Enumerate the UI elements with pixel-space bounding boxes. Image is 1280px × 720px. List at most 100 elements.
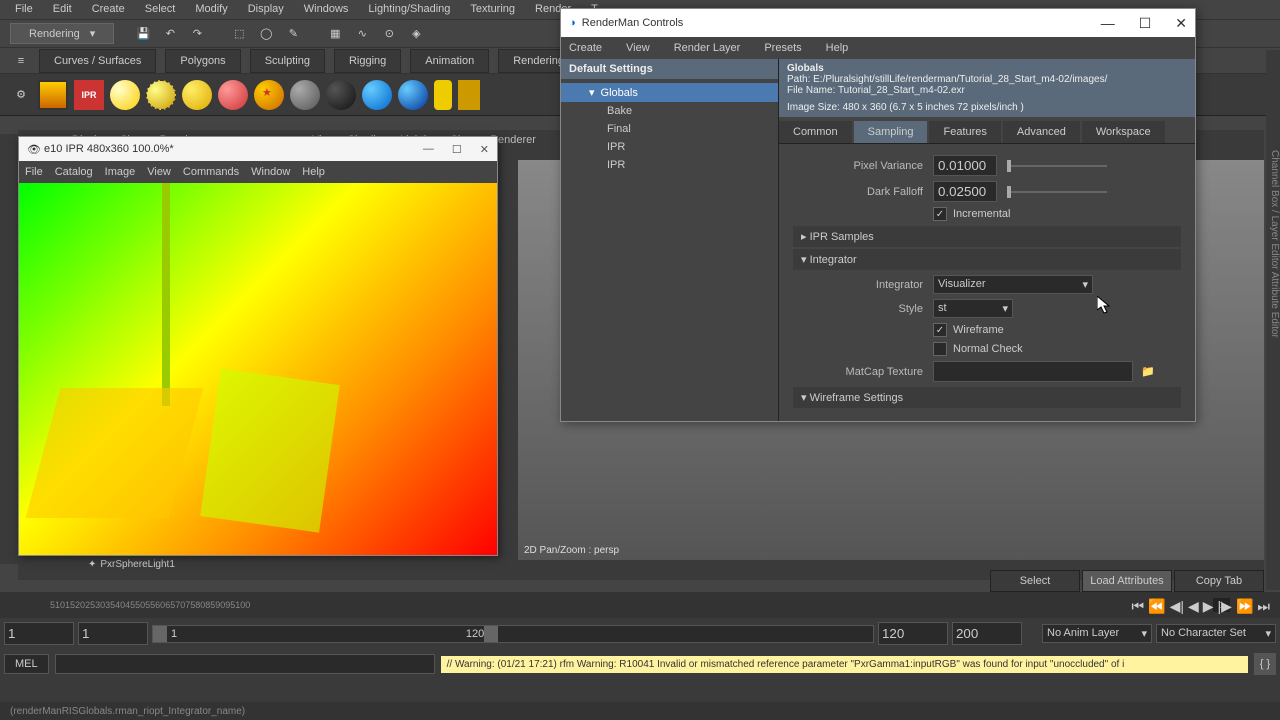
mel-label[interactable]: MEL: [4, 654, 49, 674]
rm-renderlayer[interactable]: Render Layer: [674, 42, 741, 54]
redo-icon[interactable]: ↷: [186, 23, 208, 45]
step-fwd-key-icon[interactable]: ⏩: [1236, 598, 1253, 615]
ipr-titlebar[interactable]: 👁 e10 IPR 480x360 100.0%* — ☐ ✕: [19, 137, 497, 161]
close-icon[interactable]: ✕: [480, 143, 489, 156]
rm-view[interactable]: View: [626, 42, 650, 54]
menu-display[interactable]: Display: [238, 0, 294, 19]
wireframe-checkbox[interactable]: ✓: [933, 323, 947, 337]
save-icon[interactable]: 💾: [132, 23, 154, 45]
shelf-toggle-icon[interactable]: ≡: [10, 50, 32, 72]
snap-plane-icon[interactable]: ◈: [405, 23, 427, 45]
calc-icon[interactable]: [458, 80, 480, 110]
select-button[interactable]: Select: [990, 570, 1080, 592]
gray-ball-icon[interactable]: [290, 80, 320, 110]
ws-sculpting[interactable]: Sculpting: [250, 49, 325, 73]
rm-minimize-icon[interactable]: —: [1101, 15, 1115, 32]
menu-file[interactable]: File: [5, 0, 43, 19]
anim-layer-dropdown[interactable]: No Anim Layer▾: [1042, 624, 1152, 643]
shelf-settings-icon[interactable]: ⚙: [10, 84, 32, 106]
range-slider[interactable]: 1 120: [152, 625, 874, 643]
tree-ipr[interactable]: IPR: [561, 138, 778, 156]
star-ball-icon[interactable]: ★: [254, 80, 284, 110]
right-sidebar-tabs[interactable]: Channel Box / Layer Editor Attribute Edi…: [1266, 50, 1280, 590]
snap-point-icon[interactable]: ⊙: [378, 23, 400, 45]
rm-maximize-icon[interactable]: ☐: [1139, 15, 1152, 32]
bulb-icon[interactable]: [434, 80, 452, 110]
minimize-icon[interactable]: —: [423, 143, 434, 156]
tab-common[interactable]: Common: [779, 121, 852, 143]
integrator-dropdown[interactable]: Visualizer▾: [933, 275, 1093, 294]
lasso-icon[interactable]: ◯: [255, 23, 277, 45]
sphere-icon[interactable]: [182, 80, 212, 110]
select-icon[interactable]: ⬚: [228, 23, 250, 45]
dark-falloff-slider[interactable]: [1007, 191, 1107, 193]
load-attributes-button[interactable]: Load Attributes: [1082, 570, 1172, 592]
menu-edit[interactable]: Edit: [43, 0, 82, 19]
menu-create[interactable]: Create: [82, 0, 135, 19]
style-dropdown[interactable]: st▾: [933, 299, 1013, 318]
script-editor-icon[interactable]: { }: [1254, 653, 1276, 675]
ipr-catalog[interactable]: Catalog: [55, 166, 93, 178]
dark-ball-icon[interactable]: [326, 80, 356, 110]
sun2-icon[interactable]: [146, 80, 176, 110]
red-ball-icon[interactable]: [218, 80, 248, 110]
char-set-dropdown[interactable]: No Character Set▾: [1156, 624, 1276, 643]
dark-falloff-input[interactable]: [933, 181, 997, 202]
step-fwd-icon[interactable]: |▶: [1218, 598, 1232, 615]
range-start-outer[interactable]: [4, 622, 74, 645]
section-integrator[interactable]: ▾ Integrator: [793, 249, 1181, 270]
incremental-checkbox[interactable]: ✓: [933, 207, 947, 221]
range-end-inner[interactable]: [878, 622, 948, 645]
ipr-icon[interactable]: IPR: [74, 80, 104, 110]
matcap-input[interactable]: [933, 361, 1133, 382]
menu-texturing[interactable]: Texturing: [460, 0, 525, 19]
pixel-variance-slider[interactable]: [1007, 165, 1107, 167]
ipr-view[interactable]: View: [147, 166, 171, 178]
section-ipr-samples[interactable]: ▸ IPR Samples: [793, 226, 1181, 247]
copy-tab-button[interactable]: Copy Tab: [1174, 570, 1264, 592]
tab-sampling[interactable]: Sampling: [854, 121, 928, 143]
tab-features[interactable]: Features: [929, 121, 1000, 143]
rm-presets[interactable]: Presets: [764, 42, 801, 54]
go-start-icon[interactable]: ⏮: [1132, 598, 1145, 615]
sun-icon[interactable]: [110, 80, 140, 110]
ipr-image[interactable]: Image: [105, 166, 136, 178]
tab-advanced[interactable]: Advanced: [1003, 121, 1080, 143]
mel-input[interactable]: [55, 654, 435, 674]
folder-icon[interactable]: 📁: [1141, 365, 1155, 378]
normalcheck-checkbox[interactable]: [933, 342, 947, 356]
menu-lighting[interactable]: Lighting/Shading: [358, 0, 460, 19]
undo-icon[interactable]: ↶: [159, 23, 181, 45]
section-wireframe-settings[interactable]: ▾ Wireframe Settings: [793, 387, 1181, 408]
mode-dropdown[interactable]: Rendering▾: [10, 23, 114, 44]
ws-polygons[interactable]: Polygons: [165, 49, 240, 73]
range-start-inner[interactable]: [78, 622, 148, 645]
tab-workspace[interactable]: Workspace: [1082, 121, 1165, 143]
ipr-window-menu[interactable]: Window: [251, 166, 290, 178]
blue-ball-icon[interactable]: [362, 80, 392, 110]
ipr-render-view[interactable]: [19, 183, 497, 555]
ws-animation[interactable]: Animation: [410, 49, 489, 73]
step-back-key-icon[interactable]: ⏪: [1148, 598, 1165, 615]
range-rate[interactable]: [952, 622, 1022, 645]
tree-final[interactable]: Final: [561, 120, 778, 138]
rm-create[interactable]: Create: [569, 42, 602, 54]
clapper-icon[interactable]: [38, 80, 68, 110]
rm-titlebar[interactable]: ◑ RenderMan Controls — ☐ ✕: [561, 9, 1195, 37]
paint-icon[interactable]: ✎: [282, 23, 304, 45]
menu-modify[interactable]: Modify: [185, 0, 237, 19]
snap-grid-icon[interactable]: ▦: [324, 23, 346, 45]
tree-globals[interactable]: ▾Globals: [561, 83, 778, 102]
snap-curve-icon[interactable]: ∿: [351, 23, 373, 45]
ipr-help[interactable]: Help: [302, 166, 325, 178]
play-back-icon[interactable]: ◀: [1188, 598, 1199, 615]
pixel-variance-input[interactable]: [933, 155, 997, 176]
tree-ipr2[interactable]: IPR: [561, 156, 778, 174]
ws-curves[interactable]: Curves / Surfaces: [39, 49, 156, 73]
step-back-icon[interactable]: ◀|: [1170, 598, 1184, 615]
timeline-ruler[interactable]: 5101520253035404550556065707580859095100…: [0, 592, 1280, 618]
rm-close-icon[interactable]: ✕: [1175, 15, 1187, 32]
ws-rigging[interactable]: Rigging: [334, 49, 401, 73]
maximize-icon[interactable]: ☐: [452, 143, 462, 156]
ipr-commands[interactable]: Commands: [183, 166, 239, 178]
